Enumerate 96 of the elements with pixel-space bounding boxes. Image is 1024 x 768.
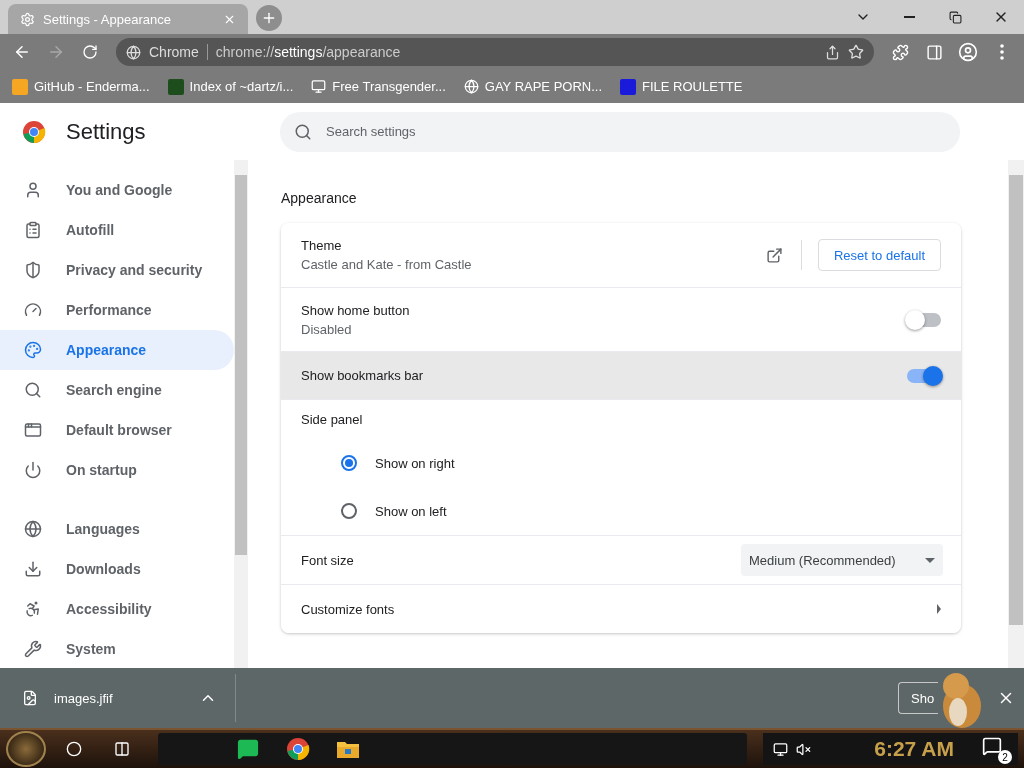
favicon-icon — [620, 78, 637, 95]
bookmark-link[interactable]: Index of ~dartz/i... — [167, 78, 294, 95]
globe-icon — [463, 79, 479, 94]
address-bar[interactable]: Chrome chrome://settings/appearance — [116, 38, 874, 66]
sidebar-item[interactable]: Appearance — [0, 330, 234, 370]
site-icon — [126, 44, 141, 60]
file-icon — [22, 690, 38, 706]
tab-title: Settings - Appearance — [43, 11, 172, 27]
avatar-icon — [958, 42, 978, 62]
circle-icon — [66, 741, 82, 757]
search-icon — [24, 381, 42, 399]
restore-icon — [948, 10, 962, 24]
download-icon — [24, 560, 42, 578]
share-icon[interactable] — [825, 44, 840, 60]
reload-icon — [82, 44, 98, 60]
folder-icon — [337, 740, 359, 758]
chrome-logo-icon — [22, 119, 46, 144]
bookmark-link[interactable]: Free Transgender... — [311, 79, 446, 94]
search-field[interactable]: Search settings — [280, 111, 960, 152]
minimize-icon — [903, 16, 915, 18]
sidebar-item[interactable]: Languages — [0, 509, 234, 549]
shield-icon — [24, 261, 42, 279]
toggle-switch[interactable] — [907, 368, 941, 383]
sidebar-item[interactable]: Default browser — [0, 410, 234, 450]
clock[interactable]: 6:27 AM — [874, 737, 954, 761]
setting-title: Show bookmarks bar — [301, 368, 425, 383]
site-label: Chrome — [149, 44, 199, 60]
palette-icon — [24, 341, 42, 359]
sidebar-item[interactable]: Downloads — [0, 549, 234, 589]
arrow-right-icon — [47, 43, 65, 61]
customize-fonts-row[interactable]: Customize fonts — [281, 584, 961, 633]
toggle-switch[interactable] — [907, 312, 941, 327]
section-title: Appearance — [281, 190, 358, 206]
bookmark-link[interactable]: GAY RAPE PORN... — [463, 79, 603, 94]
gear-icon — [20, 11, 35, 27]
setting-value: Disabled — [301, 321, 353, 337]
star-icon[interactable] — [848, 44, 864, 60]
setting-title: Font size — [301, 552, 355, 568]
setting-title: Theme — [301, 238, 343, 253]
page-title: Settings — [66, 118, 146, 145]
sidebar-item[interactable]: Search engine — [0, 370, 234, 410]
favicon-icon — [167, 78, 184, 95]
page-scrollbar[interactable] — [1008, 160, 1024, 668]
bookmark-link[interactable]: GitHub - Enderma... — [12, 78, 150, 95]
sidebar-item[interactable]: Autofill — [0, 210, 234, 250]
arrow-icon — [937, 604, 941, 614]
gauge-icon — [24, 301, 42, 319]
setting-title: Side panel — [301, 412, 364, 427]
start-button[interactable] — [6, 731, 46, 767]
sidebar-item[interactable]: Performance — [0, 290, 234, 330]
clipboard-icon — [24, 221, 42, 239]
menu-icon — [1000, 44, 1004, 60]
sidebar-item[interactable]: Privacy and security — [0, 250, 234, 290]
network-icon[interactable] — [773, 741, 788, 757]
computer-icon — [311, 79, 327, 94]
setting-title: Show home button — [301, 302, 411, 318]
plus-icon — [261, 10, 277, 26]
radio-button[interactable] — [341, 503, 357, 519]
globe-icon — [24, 520, 42, 538]
radio-button[interactable] — [341, 455, 357, 471]
muted-volume-icon[interactable] — [796, 741, 811, 757]
task-view-icon — [114, 741, 130, 757]
accessibility-icon — [24, 600, 42, 618]
browser-window-icon — [24, 421, 42, 439]
favicon-icon — [12, 78, 28, 95]
sidebar-scrollbar[interactable] — [234, 160, 248, 668]
external-link-icon[interactable] — [765, 246, 783, 264]
bookmark-link[interactable]: FILE ROULETTE — [620, 78, 743, 95]
search-icon — [294, 122, 312, 141]
person-icon — [24, 181, 42, 199]
show-all-button[interactable]: Sho — [898, 682, 938, 714]
setting-title: Customize fonts — [301, 601, 396, 617]
sidebar-item[interactable]: System — [0, 629, 234, 669]
reset-button[interactable]: Reset to default — [817, 239, 941, 271]
font-size-dropdown[interactable]: Medium (Recommended) — [741, 544, 943, 576]
new-tab-button[interactable] — [256, 5, 282, 31]
download-item[interactable]: images.jfif — [0, 674, 236, 722]
sidebar-item[interactable]: On startup — [0, 450, 234, 490]
message-icon — [982, 736, 1002, 756]
puzzle-icon — [891, 43, 909, 61]
url-text: chrome://settings/appearance — [215, 44, 402, 60]
radio-label: Show on right — [375, 455, 455, 471]
power-icon — [24, 461, 42, 479]
search-placeholder: Search settings — [326, 124, 416, 139]
sidebar-item[interactable]: Accessibility — [0, 589, 234, 629]
side-panel-icon — [925, 43, 943, 61]
notification-button[interactable]: 2 — [980, 734, 1012, 764]
notification-count: 2 — [998, 750, 1012, 764]
radio-label: Show on left — [375, 503, 447, 519]
file-name: images.jfif — [54, 690, 114, 706]
note-icon — [237, 738, 259, 760]
chrome-logo-icon — [286, 737, 310, 761]
wrench-icon — [24, 640, 42, 658]
sidebar-item[interactable]: You and Google — [0, 170, 234, 210]
highlighted-row[interactable]: Show bookmarks bar — [281, 351, 961, 399]
setting-value: Castle and Kate - from Castle — [301, 257, 473, 272]
